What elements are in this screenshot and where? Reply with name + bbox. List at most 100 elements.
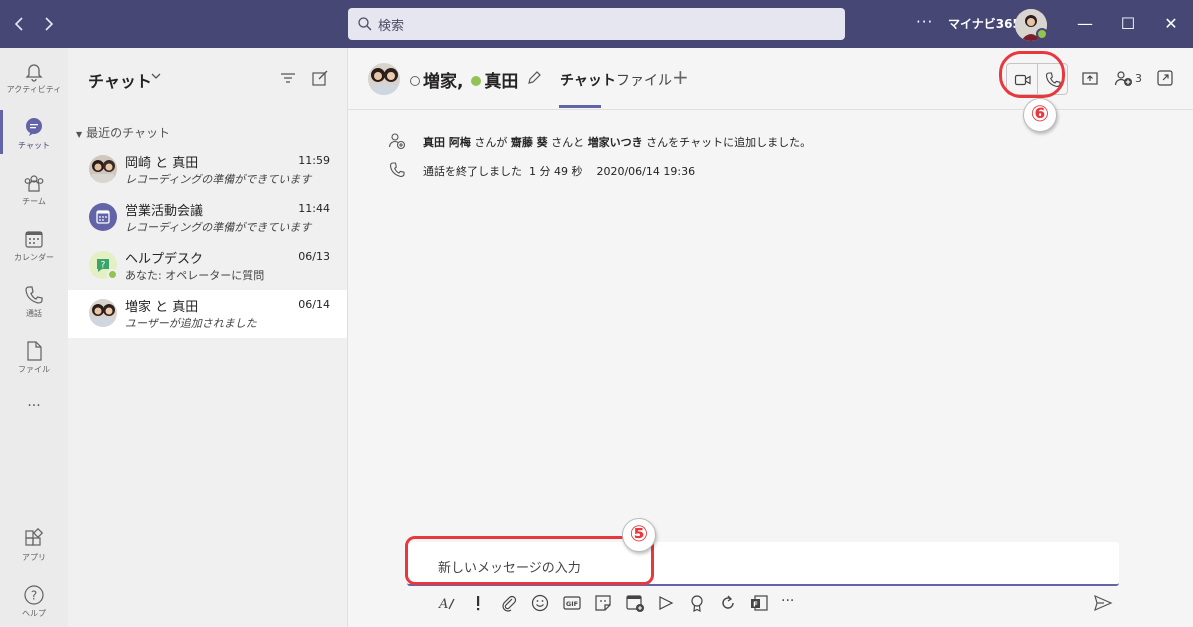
phone-icon [389,162,405,178]
more-options-icon[interactable]: ··· [781,593,794,609]
rail-item-calendar[interactable]: カレンダー [0,222,68,274]
forms-icon[interactable]: F [749,593,769,613]
tab-chat[interactable]: チャット [560,70,616,90]
rail-item-apps[interactable]: アプリ [0,522,68,574]
list-item[interactable]: ? ヘルプデスク 06/13 あなた: オペレーターに質問 [68,242,347,290]
user-name: 真田 阿梅 [423,136,471,149]
send-icon[interactable] [1093,593,1113,613]
attach-icon[interactable] [499,593,519,613]
chat-icon [26,118,42,136]
rail-label: アプリ [22,553,46,562]
pop-out-icon[interactable] [1156,69,1174,87]
presence-available-icon [1036,28,1048,40]
phone-icon [25,286,43,304]
chat-preview: レコーディングの準備ができています [125,221,312,234]
presence-available-icon [107,269,118,280]
participant-name: 増家, [423,72,464,92]
tab-files[interactable]: ファイル [616,70,672,90]
list-item[interactable]: 営業活動会議 11:44 レコーディングの準備ができています [68,194,347,242]
avatar[interactable] [368,63,400,95]
annotation-highlight-compose [405,536,654,585]
org-name[interactable]: マイナビ365 [948,15,1021,32]
rail-item-chat[interactable]: チャット [0,110,68,162]
teams-icon [24,175,44,192]
list-item[interactable]: 増家 と 真田 06/14 ユーザーが追加されました [68,290,347,338]
participant-name: 真田 [484,72,519,92]
presence-available-icon [471,75,482,86]
gif-icon[interactable]: GIF [562,593,582,613]
share-screen-icon[interactable] [1081,70,1099,88]
chat-time: 11:44 [298,202,330,215]
recent-chats-section[interactable]: ▼ 最近のチャット [76,124,170,141]
system-message-text: 真田 阿梅 さんが 齋藤 葵 さんと 増家いつき さんをチャットに追加しました。 [423,134,811,150]
chat-name: ヘルプデスク [125,252,204,267]
presence-offline-icon [410,75,420,86]
rail-label: チャット [18,141,50,150]
rail-item-calls[interactable]: 通話 [0,278,68,330]
collapse-triangle-icon: ▼ [76,130,83,139]
message-fragment: さんと [547,136,588,149]
participants-icon[interactable] [1114,69,1134,89]
edit-pencil-icon[interactable] [526,70,542,86]
rail-item-activity[interactable]: アクティビティ [0,54,68,106]
minimize-button[interactable]: — [1073,12,1097,36]
chat-name: 増家 と 真田 [125,300,199,315]
chat-preview: ユーザーが追加されました [125,317,257,330]
search-input[interactable]: 検索 [348,8,845,40]
maximize-button[interactable]: ☐ [1116,12,1140,36]
back-icon[interactable] [8,12,32,36]
section-label: 最近のチャット [86,126,171,140]
chat-time: 11:59 [298,154,330,167]
rail-item-help[interactable]: ? ヘルプ [0,578,68,627]
help-icon: ? [24,585,44,605]
rail-label: チーム [22,197,46,206]
bell-icon [25,64,43,82]
schedule-meeting-icon[interactable] [625,593,645,613]
active-tab-indicator [559,105,601,108]
forward-icon[interactable] [36,12,60,36]
praise-icon[interactable] [687,593,707,613]
title-bar: 検索 ··· マイナビ365 — ☐ ✕ [0,0,1193,48]
sticker-icon[interactable] [593,593,613,613]
annotation-step-6: ⑥ [1023,98,1057,132]
format-icon[interactable]: A [437,593,457,613]
rail-label: 通話 [26,309,42,318]
chat-list-title[interactable]: チャット [88,68,152,92]
annotation-step-5: ⑤ [622,518,656,552]
message-fragment: さんが [470,136,511,149]
chat-time: 06/13 [298,250,330,263]
more-options-icon[interactable]: ··· [916,13,933,31]
chat-name: 営業活動会議 [125,204,204,219]
rail-item-teams[interactable]: チーム [0,166,68,218]
apps-icon [25,528,44,546]
chat-list-pane: チャット ▼ 最近のチャット 岡崎 と 真田 11:59 レコーディングの準備がで… [68,48,348,627]
important-icon[interactable] [468,593,488,613]
rail-item-files[interactable]: ファイル [0,334,68,386]
chat-preview: レコーディングの準備ができています [125,173,312,186]
rail-label: アクティビティ [6,85,62,94]
svg-text:A: A [438,597,448,612]
message-fragment: さんをチャットに追加しました。 [642,136,812,149]
chat-preview: あなた: オペレーターに質問 [125,269,265,282]
rail-label: カレンダー [14,253,54,262]
stream-icon[interactable] [656,593,676,613]
loop-icon[interactable] [718,593,738,613]
filter-icon[interactable] [279,69,297,87]
user-name: 増家いつき [587,136,643,149]
new-chat-icon[interactable] [311,69,329,87]
svg-text:?: ? [101,261,106,271]
svg-text:GIF: GIF [566,600,578,608]
rail-label: ヘルプ [22,609,46,618]
avatar [89,155,117,183]
calendar-icon [25,231,43,248]
chat-title[interactable]: 増家, 真田 [410,67,518,92]
close-button[interactable]: ✕ [1159,12,1183,36]
list-item[interactable]: 岡崎 と 真田 11:59 レコーディングの準備ができています [68,146,347,194]
more-apps-icon[interactable]: ··· [0,398,68,422]
search-icon [358,17,372,31]
add-tab-button[interactable]: + [672,65,689,89]
avatar: ? [89,251,118,280]
search-placeholder: 検索 [378,19,405,34]
emoji-icon[interactable] [530,593,550,613]
chevron-down-icon[interactable] [150,70,162,85]
